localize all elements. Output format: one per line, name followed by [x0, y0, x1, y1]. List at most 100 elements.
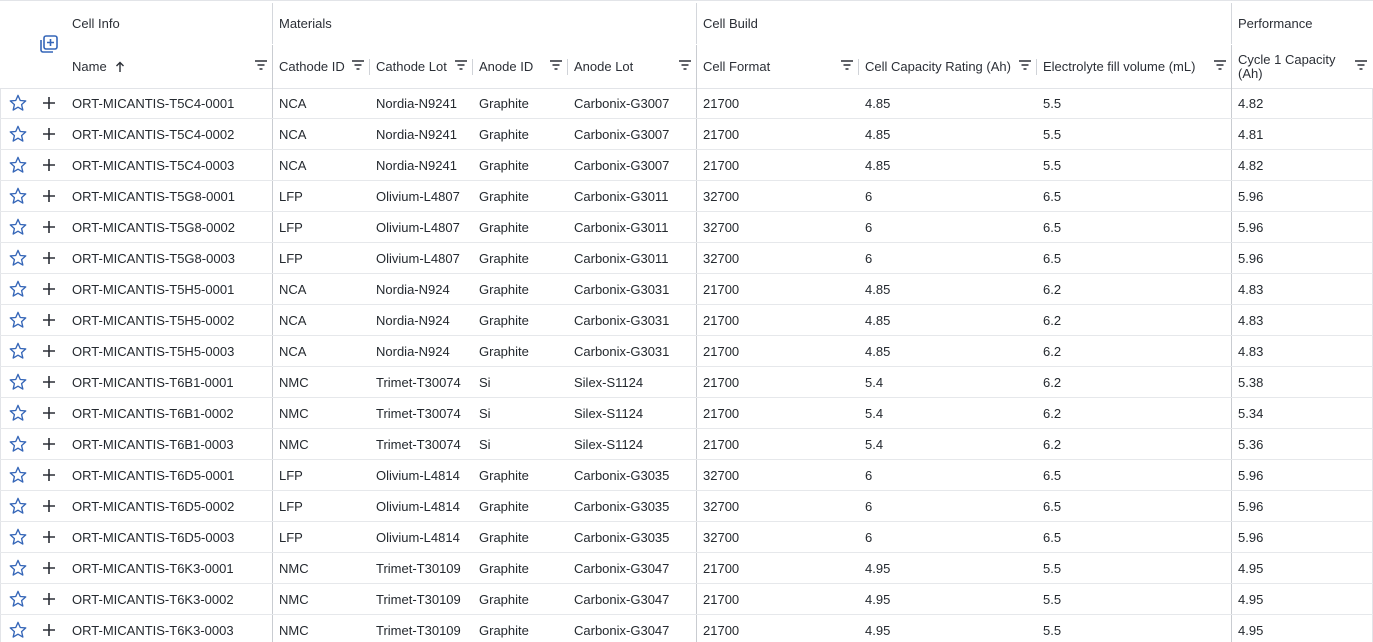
electrolyte-fill-volume-cell[interactable]: 6.2 — [1036, 398, 1231, 428]
anode-lot-cell[interactable]: Carbonix-G3031 — [567, 274, 696, 304]
cell-name-cell[interactable]: ORT-MICANTIS-T6D5-0002 — [65, 491, 272, 521]
anode-lot-cell[interactable]: Silex-S1124 — [567, 367, 696, 397]
electrolyte-fill-volume-cell[interactable]: 5.5 — [1036, 615, 1231, 642]
anode-lot-cell[interactable]: Carbonix-G3047 — [567, 584, 696, 614]
electrolyte-fill-volume-cell[interactable]: 5.5 — [1036, 584, 1231, 614]
plus-icon[interactable] — [38, 491, 60, 521]
plus-icon[interactable] — [38, 88, 60, 118]
cell-format-cell[interactable]: 32700 — [696, 243, 858, 273]
cathode-id-cell[interactable]: NMC — [272, 367, 369, 397]
electrolyte-fill-volume-cell[interactable]: 5.5 — [1036, 150, 1231, 180]
cell-name-cell[interactable]: ORT-MICANTIS-T5G8-0003 — [65, 243, 272, 273]
anode-id-cell[interactable]: Graphite — [472, 305, 567, 335]
filter-lines-icon[interactable] — [254, 58, 268, 72]
anode-id-cell[interactable]: Graphite — [472, 150, 567, 180]
cell-capacity-rating-cell[interactable]: 4.85 — [858, 305, 1036, 335]
plus-icon[interactable] — [38, 522, 60, 552]
cathode-id-cell[interactable]: NMC — [272, 584, 369, 614]
anode-lot-cell[interactable]: Carbonix-G3011 — [567, 212, 696, 242]
electrolyte-fill-volume-cell[interactable]: 6.5 — [1036, 243, 1231, 273]
cell-format-cell[interactable]: 32700 — [696, 522, 858, 552]
cathode-lot-cell[interactable]: Nordia-N9241 — [369, 88, 472, 118]
cathode-id-cell[interactable]: NMC — [272, 398, 369, 428]
plus-icon[interactable] — [38, 615, 60, 642]
anode-id-cell[interactable]: Graphite — [472, 460, 567, 490]
filter-lines-icon[interactable] — [1018, 58, 1032, 72]
table-row[interactable]: ORT-MICANTIS-T5C4-0002 NCA Nordia-N9241 Gra… — [0, 119, 1373, 150]
cathode-lot-cell[interactable]: Olivium-L4807 — [369, 181, 472, 211]
electrolyte-fill-volume-cell[interactable]: 6.2 — [1036, 336, 1231, 366]
star-outline-icon[interactable] — [6, 367, 30, 397]
star-outline-icon[interactable] — [6, 429, 30, 459]
cell-capacity-rating-cell[interactable]: 5.4 — [858, 398, 1036, 428]
anode-lot-cell[interactable]: Carbonix-G3011 — [567, 181, 696, 211]
plus-icon[interactable] — [38, 367, 60, 397]
cell-capacity-rating-cell[interactable]: 5.4 — [858, 367, 1036, 397]
anode-lot-cell[interactable]: Carbonix-G3031 — [567, 336, 696, 366]
cathode-lot-cell[interactable]: Trimet-T30109 — [369, 553, 472, 583]
cell-format-cell[interactable]: 21700 — [696, 305, 858, 335]
plus-icon[interactable] — [38, 181, 60, 211]
table-row[interactable]: ORT-MICANTIS-T6B1-0001 NMC Trimet-T30074 Si… — [0, 367, 1373, 398]
anode-id-cell[interactable]: Graphite — [472, 615, 567, 642]
cycle-1-capacity-cell[interactable]: 4.95 — [1231, 584, 1372, 614]
cathode-id-cell[interactable]: LFP — [272, 491, 369, 521]
table-row[interactable]: ORT-MICANTIS-T6K3-0003 NMC Trimet-T30109 Gr… — [0, 615, 1373, 642]
star-outline-icon[interactable] — [6, 584, 30, 614]
star-outline-icon[interactable] — [6, 615, 30, 642]
anode-id-cell[interactable]: Si — [472, 398, 567, 428]
star-outline-icon[interactable] — [6, 305, 30, 335]
cell-name-cell[interactable]: ORT-MICANTIS-T5C4-0003 — [65, 150, 272, 180]
electrolyte-fill-volume-cell[interactable]: 6.5 — [1036, 522, 1231, 552]
electrolyte-fill-volume-cell[interactable]: 6.2 — [1036, 367, 1231, 397]
column-header-anode-id[interactable]: Anode ID — [472, 45, 567, 88]
cell-capacity-rating-cell[interactable]: 4.85 — [858, 150, 1036, 180]
star-outline-icon[interactable] — [6, 119, 30, 149]
cycle-1-capacity-cell[interactable]: 5.96 — [1231, 243, 1372, 273]
cell-capacity-rating-cell[interactable]: 6 — [858, 460, 1036, 490]
anode-id-cell[interactable]: Graphite — [472, 336, 567, 366]
electrolyte-fill-volume-cell[interactable]: 6.5 — [1036, 460, 1231, 490]
cycle-1-capacity-cell[interactable]: 5.96 — [1231, 460, 1372, 490]
cathode-lot-cell[interactable]: Nordia-N924 — [369, 336, 472, 366]
column-header-cell-capacity-rating[interactable]: Cell Capacity Rating (Ah) — [858, 45, 1036, 88]
plus-icon[interactable] — [38, 398, 60, 428]
cycle-1-capacity-cell[interactable]: 4.82 — [1231, 150, 1372, 180]
cathode-lot-cell[interactable]: Nordia-N924 — [369, 274, 472, 304]
cell-name-cell[interactable]: ORT-MICANTIS-T5G8-0002 — [65, 212, 272, 242]
cell-capacity-rating-cell[interactable]: 5.4 — [858, 429, 1036, 459]
cathode-id-cell[interactable]: NCA — [272, 305, 369, 335]
table-row[interactable]: ORT-MICANTIS-T5H5-0003 NCA Nordia-N924 Grap… — [0, 336, 1373, 367]
arrow-up-icon[interactable] — [115, 61, 125, 73]
cathode-id-cell[interactable]: NCA — [272, 274, 369, 304]
cycle-1-capacity-cell[interactable]: 4.95 — [1231, 553, 1372, 583]
cathode-id-cell[interactable]: NMC — [272, 615, 369, 642]
cell-capacity-rating-cell[interactable]: 4.85 — [858, 274, 1036, 304]
table-row[interactable]: ORT-MICANTIS-T6D5-0003 LFP Olivium-L4814 Gr… — [0, 522, 1373, 553]
cycle-1-capacity-cell[interactable]: 5.96 — [1231, 181, 1372, 211]
anode-id-cell[interactable]: Graphite — [472, 212, 567, 242]
anode-id-cell[interactable]: Graphite — [472, 522, 567, 552]
cathode-id-cell[interactable]: NMC — [272, 553, 369, 583]
cathode-lot-cell[interactable]: Trimet-T30109 — [369, 615, 472, 642]
anode-lot-cell[interactable]: Carbonix-G3035 — [567, 460, 696, 490]
table-row[interactable]: ORT-MICANTIS-T5H5-0002 NCA Nordia-N924 Grap… — [0, 305, 1373, 336]
table-row[interactable]: ORT-MICANTIS-T5H5-0001 NCA Nordia-N924 Grap… — [0, 274, 1373, 305]
anode-id-cell[interactable]: Graphite — [472, 274, 567, 304]
column-header-cathode-id[interactable]: Cathode ID — [272, 45, 369, 88]
electrolyte-fill-volume-cell[interactable]: 5.5 — [1036, 88, 1231, 118]
cathode-id-cell[interactable]: LFP — [272, 212, 369, 242]
anode-lot-cell[interactable]: Carbonix-G3035 — [567, 491, 696, 521]
electrolyte-fill-volume-cell[interactable]: 5.5 — [1036, 119, 1231, 149]
anode-id-cell[interactable]: Graphite — [472, 243, 567, 273]
cell-name-cell[interactable]: ORT-MICANTIS-T6K3-0003 — [65, 615, 272, 642]
star-outline-icon[interactable] — [6, 522, 30, 552]
cycle-1-capacity-cell[interactable]: 5.96 — [1231, 212, 1372, 242]
plus-icon[interactable] — [38, 119, 60, 149]
cell-capacity-rating-cell[interactable]: 6 — [858, 522, 1036, 552]
plus-icon[interactable] — [38, 243, 60, 273]
cathode-lot-cell[interactable]: Olivium-L4807 — [369, 212, 472, 242]
cell-format-cell[interactable]: 21700 — [696, 336, 858, 366]
anode-lot-cell[interactable]: Carbonix-G3007 — [567, 150, 696, 180]
cycle-1-capacity-cell[interactable]: 5.38 — [1231, 367, 1372, 397]
